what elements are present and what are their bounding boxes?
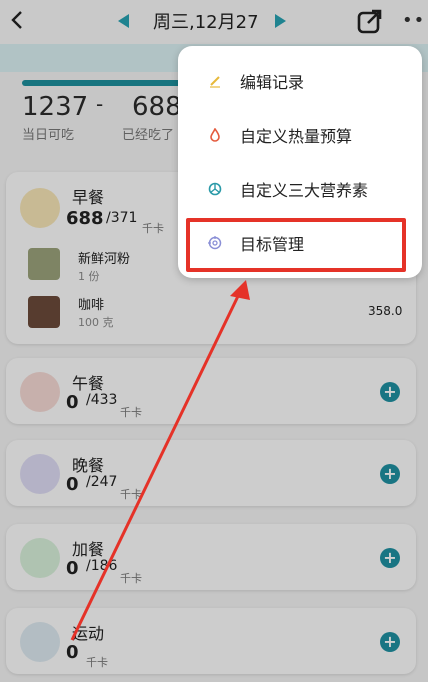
annotation-arrow [70,280,250,641]
